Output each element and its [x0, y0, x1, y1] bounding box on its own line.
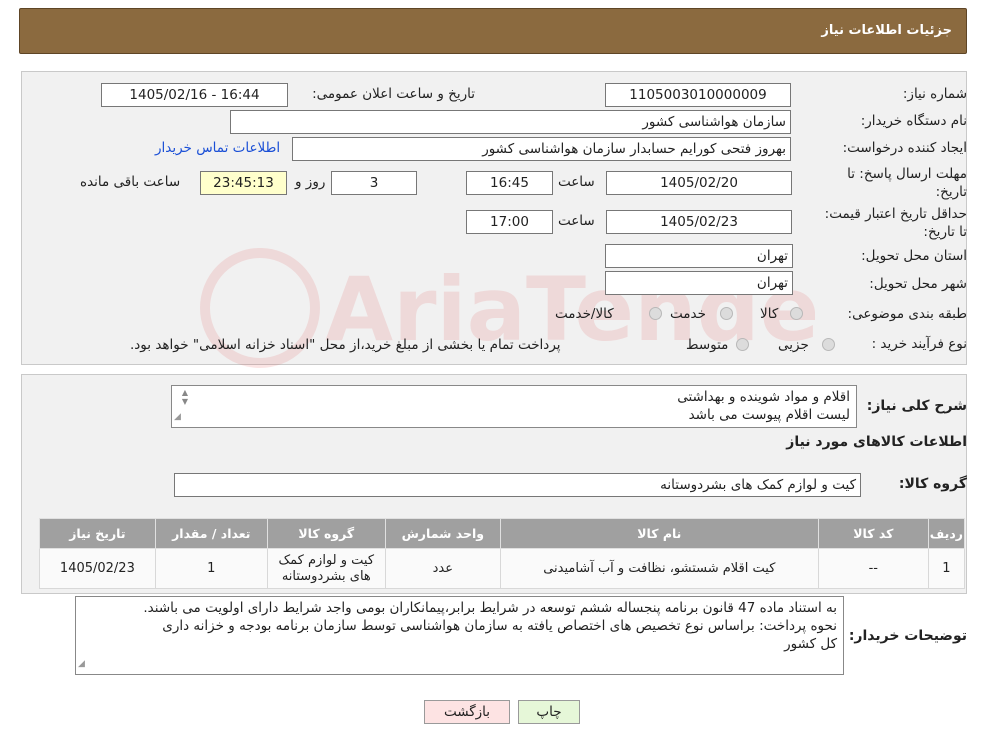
col-header-code: کد کالا — [817, 518, 929, 549]
need-description-field[interactable]: اقلام و مواد شوینده و بهداشتی لیست اقلام… — [171, 385, 857, 428]
process-option-medium: متوسط — [686, 337, 729, 353]
process-payment-note: پرداخت تمام یا بخشی از مبلغ خرید،از محل … — [130, 337, 561, 353]
category-label: طبقه بندی موضوعی: — [847, 306, 967, 322]
back-button[interactable]: بازگشت — [424, 700, 510, 724]
category-radio-service[interactable] — [720, 307, 733, 320]
province-field: تهران — [605, 244, 793, 268]
category-option-goods-service: کالا/خدمت — [555, 306, 614, 322]
cell-group: کیت و لوازم کمک های بشردوستانه — [266, 548, 386, 589]
buyer-notes-field[interactable]: به استناد ماده 47 قانون برنامه پنجساله ش… — [75, 596, 844, 675]
need-number-field: 1105003010000009 — [605, 83, 791, 107]
remaining-time-field: 23:45:13 — [200, 171, 287, 195]
col-header-group: گروه کالا — [266, 518, 386, 549]
process-radio-minor[interactable] — [822, 338, 835, 351]
resize-grip-icon[interactable]: ◢ — [78, 655, 85, 673]
cell-need-date: 1405/02/23 — [39, 548, 156, 589]
days-field: 3 — [331, 171, 417, 195]
reply-date-field: 1405/02/20 — [606, 171, 792, 195]
buyer-contact-link[interactable]: اطلاعات تماس خریدار — [155, 140, 280, 156]
buyer-notes-line-1: به استناد ماده 47 قانون برنامه پنجساله ش… — [143, 600, 837, 616]
remaining-time-label: ساعت باقی مانده — [80, 174, 181, 190]
col-header-unit: واحد شمارش — [384, 518, 501, 549]
price-valid-label: حداقل تاریخ اعتبار قیمت: تا تاریخ: — [824, 206, 967, 240]
buyer-notes-line-2: نحوه پرداخت: براساس نوع تخصیص های اختصاص… — [162, 618, 837, 634]
goods-table-header-row: ردیف کد کالا نام کالا واحد شمارش گروه کا… — [39, 518, 966, 549]
scroll-arrows-icon[interactable]: ▲ ▼ — [174, 388, 188, 406]
cell-code: -- — [817, 548, 929, 589]
city-label: شهر محل تحویل: — [869, 276, 967, 292]
buyer-notes-label: توضیحات خریدار: — [848, 628, 967, 644]
province-label: استان محل تحویل: — [861, 248, 967, 264]
need-number-label: شماره نیاز: — [902, 86, 967, 102]
price-valid-time-field: 17:00 — [466, 210, 553, 234]
announce-datetime-field: 1405/02/16 - 16:44 — [101, 83, 288, 107]
process-label: نوع فرآیند خرید : — [871, 336, 967, 352]
col-header-qty: تعداد / مقدار — [154, 518, 268, 549]
price-valid-date-field: 1405/02/23 — [606, 210, 792, 234]
goods-group-field: کیت و لوازم کمک های بشردوستانه — [174, 473, 861, 497]
reply-deadline-label: مهلت ارسال پاسخ: تا تاریخ: — [847, 166, 967, 200]
category-radio-goods[interactable] — [790, 307, 803, 320]
category-option-goods: کالا — [760, 306, 779, 322]
creator-label: ایجاد کننده درخواست: — [842, 140, 967, 156]
table-row: 1 -- کیت اقلام شستشو، نظافت و آب آشامیدن… — [39, 548, 966, 589]
buyer-org-field: سازمان هواشناسی کشور — [230, 110, 791, 134]
need-description-label: شرح کلی نیاز: — [866, 398, 967, 414]
cell-unit: عدد — [384, 548, 501, 589]
reply-time-field: 16:45 — [466, 171, 553, 195]
announce-datetime-label: تاریخ و ساعت اعلان عمومی: — [312, 86, 475, 102]
need-description-line-2: لیست اقلام پیوست می باشد — [688, 407, 850, 423]
price-valid-time-label: ساعت — [558, 213, 595, 229]
process-radio-medium[interactable] — [736, 338, 749, 351]
print-button[interactable]: چاپ — [518, 700, 580, 724]
buyer-org-label: نام دستگاه خریدار: — [860, 113, 967, 129]
page-header: جزئیات اطلاعات نیاز — [19, 8, 967, 54]
col-header-need-date: تاریخ نیاز — [39, 518, 156, 549]
days-label: روز و — [295, 174, 326, 190]
goods-group-label: گروه کالا: — [898, 476, 967, 492]
col-header-row-num: ردیف — [927, 518, 966, 549]
cell-row-num: 1 — [927, 548, 966, 589]
resize-grip-icon[interactable]: ◢ — [174, 408, 181, 426]
category-option-service: خدمت — [670, 306, 706, 322]
need-description-line-1: اقلام و مواد شوینده و بهداشتی — [677, 389, 850, 405]
reply-time-label: ساعت — [558, 174, 595, 190]
creator-field: بهروز فتحی کورایم حسابدار سازمان هواشناس… — [292, 137, 791, 161]
cell-name: کیت اقلام شستشو، نظافت و آب آشامیدنی — [499, 548, 819, 589]
city-field: تهران — [605, 271, 793, 295]
col-header-name: نام کالا — [499, 518, 819, 549]
cell-qty: 1 — [154, 548, 268, 589]
process-option-minor: جزیی — [778, 337, 809, 353]
goods-table: ردیف کد کالا نام کالا واحد شمارش گروه کا… — [39, 518, 966, 589]
category-radio-goods-service[interactable] — [649, 307, 662, 320]
page-title: جزئیات اطلاعات نیاز — [821, 23, 952, 38]
goods-info-title: اطلاعات کالاهای مورد نیاز — [786, 434, 967, 450]
buyer-notes-line-3: کل کشور — [784, 636, 837, 652]
